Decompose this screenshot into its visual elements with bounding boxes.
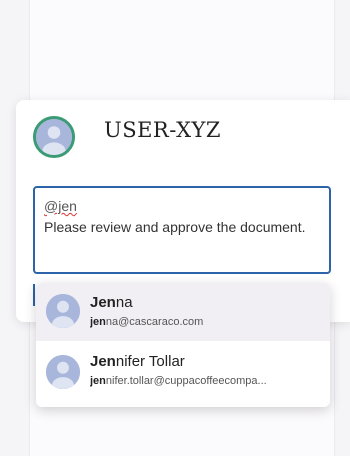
suggestion-name: Jenna xyxy=(90,294,133,311)
suggestion-email: jenna@cascaraco.com xyxy=(90,316,204,328)
mention-text: @jen xyxy=(44,198,77,214)
suggestion-email: jennifer.tollar@cuppacoffeecompa... xyxy=(90,375,267,387)
user-avatar-icon xyxy=(46,294,80,328)
focus-indicator xyxy=(33,284,35,306)
mention-suggestions-dropdown: Jenna jenna@cascaraco.com Jennifer Tolla… xyxy=(36,283,330,407)
suggestion-item-jenna[interactable]: Jenna jenna@cascaraco.com xyxy=(36,283,330,341)
comment-input[interactable]: @jen Please review and approve the docum… xyxy=(33,186,331,274)
suggestion-name: Jennifer Tollar xyxy=(90,353,185,370)
user-avatar-icon xyxy=(46,355,80,389)
suggestion-item-jennifer-tollar[interactable]: Jennifer Tollar jennifer.tollar@cuppacof… xyxy=(36,341,330,407)
user-avatar xyxy=(33,116,75,158)
user-avatar-icon xyxy=(36,119,72,155)
username-label: USER-XYZ xyxy=(104,118,221,142)
comment-text: Please review and approve the document. xyxy=(44,219,306,235)
